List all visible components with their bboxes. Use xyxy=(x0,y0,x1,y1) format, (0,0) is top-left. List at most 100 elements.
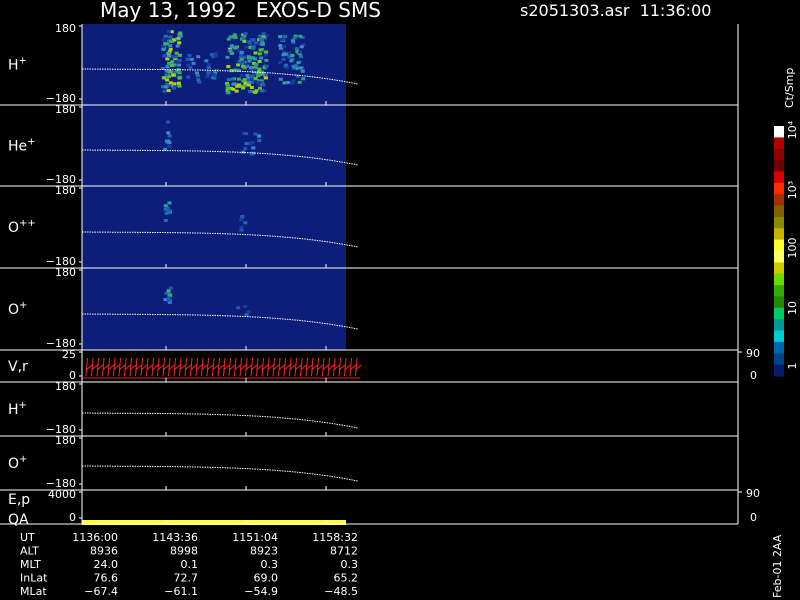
heat-cell xyxy=(168,70,173,74)
heat-cell xyxy=(251,46,256,50)
footer-value: 1158:32 xyxy=(312,531,358,544)
colorbar-swatch xyxy=(774,148,784,161)
right-top-4: 90 xyxy=(746,347,760,360)
colorbar-tick-label: 10 xyxy=(786,301,799,315)
heat-cell xyxy=(226,65,231,69)
heat-cell xyxy=(254,62,259,66)
panel-coverage-1 xyxy=(82,105,346,186)
heat-cell xyxy=(229,45,234,49)
heat-cell xyxy=(234,89,239,93)
heat-cell xyxy=(161,47,166,51)
panel-label-sup-0: + xyxy=(19,56,27,67)
y-top-2: 180 xyxy=(55,184,76,197)
heat-cell xyxy=(243,147,248,151)
footer-value: −54.9 xyxy=(244,585,278,598)
heat-cell xyxy=(176,81,181,85)
heat-cell xyxy=(242,39,247,43)
heat-cell xyxy=(163,207,168,211)
footer-value: 76.6 xyxy=(94,572,119,585)
heat-cell xyxy=(240,62,245,65)
heat-cell xyxy=(162,54,167,58)
heat-cell xyxy=(165,78,170,82)
heat-cell xyxy=(244,62,249,66)
colorbar-swatch xyxy=(774,330,784,343)
colorbar-swatch xyxy=(774,296,784,309)
heat-cell xyxy=(185,57,190,61)
heat-cell xyxy=(178,58,182,62)
heat-cell xyxy=(247,41,252,45)
heat-cell xyxy=(167,144,172,148)
colorbar-swatch xyxy=(774,251,784,263)
footer-row-name: ALT xyxy=(20,545,39,558)
colorbar-swatch xyxy=(774,228,784,241)
heat-cell xyxy=(245,74,250,77)
footer-value: 1136:00 xyxy=(72,531,118,544)
heat-cell xyxy=(242,66,247,70)
heat-cell xyxy=(284,63,289,67)
heat-cell xyxy=(251,38,256,42)
heat-cell xyxy=(211,72,216,76)
heat-cell xyxy=(194,71,199,75)
colorbar-swatch xyxy=(774,194,784,207)
panel-label-7: E,p xyxy=(8,492,30,508)
panel-label-sup-6: + xyxy=(19,454,27,465)
heat-cell xyxy=(243,32,248,36)
footer-row-name: MLT xyxy=(20,558,41,571)
heat-cell xyxy=(168,44,173,48)
heat-cell xyxy=(257,139,262,143)
heat-cell xyxy=(244,45,249,49)
heat-cell xyxy=(253,132,258,136)
heat-cell xyxy=(239,225,244,229)
heat-cell xyxy=(299,45,304,49)
colorbar-swatch xyxy=(774,216,784,229)
heat-cell xyxy=(163,42,168,46)
heat-cell xyxy=(207,63,211,66)
heat-cell xyxy=(283,35,288,38)
heat-cell xyxy=(258,86,262,90)
heat-cell xyxy=(300,69,305,73)
heat-cell xyxy=(169,40,173,43)
heat-cell xyxy=(228,35,233,39)
heat-cell xyxy=(167,201,172,205)
heat-cell xyxy=(178,34,183,38)
heat-cell xyxy=(172,82,177,86)
heat-cell xyxy=(196,78,201,82)
heat-cell xyxy=(296,61,301,65)
heat-cell xyxy=(264,50,269,54)
heat-cell xyxy=(177,84,182,88)
heat-cell xyxy=(191,61,196,65)
side-note: Feb-01 2AA xyxy=(771,534,784,598)
heat-cell xyxy=(301,77,306,81)
heat-cell xyxy=(246,83,251,87)
heat-cell xyxy=(174,55,179,59)
colorbar-tick-label: 100 xyxy=(786,238,799,259)
colorbar-swatch xyxy=(774,137,784,150)
heat-cell xyxy=(278,77,283,81)
y-top-0: 180 xyxy=(55,22,76,35)
footer-row-name: InLat xyxy=(20,572,48,585)
heat-cell xyxy=(289,59,294,63)
heat-cell xyxy=(186,75,191,79)
heat-cell xyxy=(225,55,230,59)
panel-coverage-3 xyxy=(82,268,346,350)
heat-cell xyxy=(166,120,171,124)
footer-value: 1151:04 xyxy=(232,531,278,544)
footer-value: 69.0 xyxy=(254,572,279,585)
heat-cell xyxy=(189,57,194,61)
right-bottom-7: 0 xyxy=(750,511,757,524)
colorbar-swatch xyxy=(774,307,784,320)
heat-cell xyxy=(166,131,171,135)
heat-cell xyxy=(239,57,244,61)
heat-cell xyxy=(173,59,178,63)
heat-cell xyxy=(163,85,168,89)
heat-cell xyxy=(164,73,169,77)
y-bottom-7: 0 xyxy=(69,511,76,524)
heat-cell xyxy=(229,52,234,55)
panel-coverage-0 xyxy=(82,24,346,105)
heat-cell xyxy=(236,77,241,81)
heat-cell xyxy=(225,83,230,87)
y-top-7: 4000 xyxy=(48,488,76,501)
heat-cell xyxy=(170,60,175,64)
heat-cell xyxy=(259,56,264,60)
plot-title: May 13, 1992 EXOS-D SMS xyxy=(100,0,381,22)
